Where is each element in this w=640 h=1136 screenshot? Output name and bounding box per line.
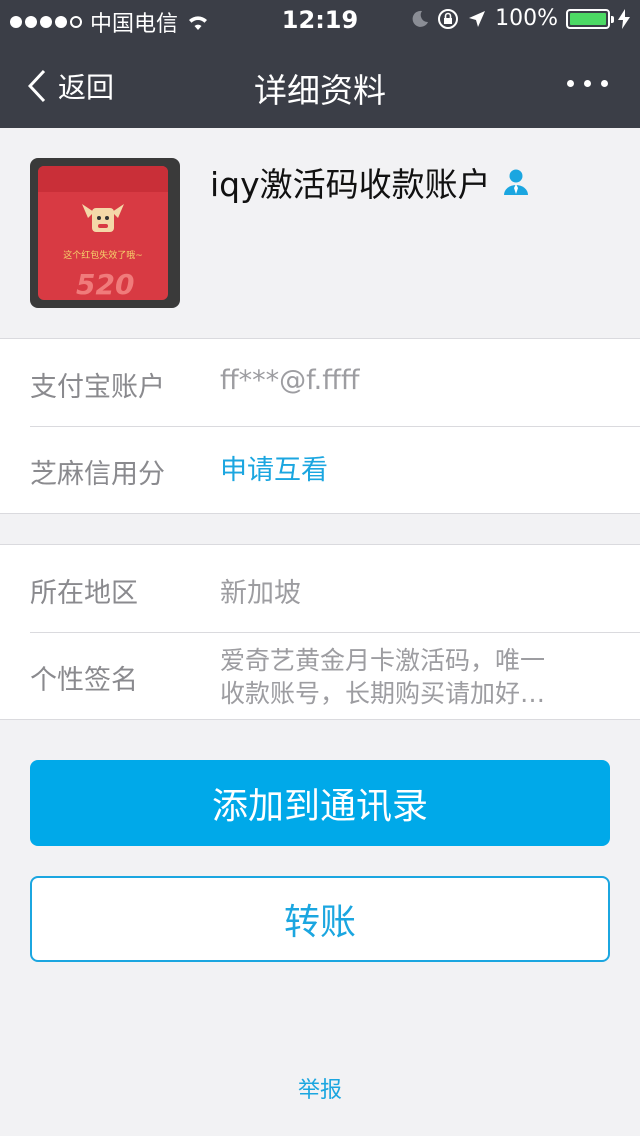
status-bar: 中国电信 12:19 100%	[0, 0, 640, 40]
more-dots-icon[interactable]	[567, 80, 608, 87]
sesame-credit-label: 芝麻信用分	[30, 459, 165, 490]
report-link[interactable]: 举报	[0, 1072, 640, 1104]
request-mutual-view-link[interactable]: 申请互看	[220, 448, 328, 487]
profile-header: 这个红包失效了哦~ 520 iqy激活码收款账户	[0, 128, 640, 338]
list-item-signature: 个性签名 爱奇艺黄金月卡激活码，唯一 收款账号，长期购买请加好…	[0, 632, 640, 719]
battery-percent: 100%	[495, 6, 558, 31]
transfer-button[interactable]: 转账	[30, 876, 610, 962]
alipay-account-value: ff***@f.ffff	[220, 365, 360, 396]
profile-info-group: 所在地区 新加坡 个性签名 爱奇艺黄金月卡激活码，唯一 收款账号，长期购买请加好…	[0, 544, 640, 720]
mascot-icon	[82, 204, 124, 232]
top-bar: 中国电信 12:19 100% 返回 详细资料	[0, 0, 640, 128]
location-arrow-icon	[469, 10, 486, 27]
add-to-contacts-button[interactable]: 添加到通讯录	[30, 760, 610, 846]
region-label: 所在地区	[30, 578, 138, 609]
account-name: iqy激活码收款账户	[210, 165, 491, 204]
envelope-number: 520	[76, 268, 135, 301]
moon-icon	[412, 10, 429, 27]
list-item-alipay-account: 支付宝账户 ff***@f.ffff	[0, 339, 640, 426]
signature-value: 爱奇艺黄金月卡激活码，唯一 收款账号，长期购买请加好…	[220, 644, 600, 710]
signature-line-2: 收款账号，长期购买请加好…	[220, 679, 546, 708]
region-value: 新加坡	[220, 578, 301, 609]
list-item-region: 所在地区 新加坡	[0, 545, 640, 632]
signature-line-1: 爱奇艺黄金月卡激活码，唯一	[220, 646, 546, 675]
person-icon	[503, 169, 528, 195]
avatar[interactable]: 这个红包失效了哦~ 520	[30, 158, 180, 308]
battery-icon	[566, 8, 614, 29]
name-row: iqy激活码收款账户	[210, 158, 529, 206]
charging-bolt-icon	[618, 8, 630, 29]
envelope-caption: 这个红包失效了哦~	[63, 251, 143, 261]
signature-label: 个性签名	[30, 665, 138, 696]
status-right: 100%	[411, 6, 630, 31]
nav-bar: 返回 详细资料	[0, 40, 640, 128]
red-envelope-image: 这个红包失效了哦~ 520	[38, 166, 168, 301]
rotation-lock-icon	[438, 8, 459, 29]
account-info-group: 支付宝账户 ff***@f.ffff 芝麻信用分 申请互看	[0, 338, 640, 514]
page-title: 详细资料	[254, 71, 386, 110]
list-item-sesame-credit: 芝麻信用分 申请互看	[0, 426, 640, 513]
alipay-account-label: 支付宝账户	[30, 372, 165, 403]
